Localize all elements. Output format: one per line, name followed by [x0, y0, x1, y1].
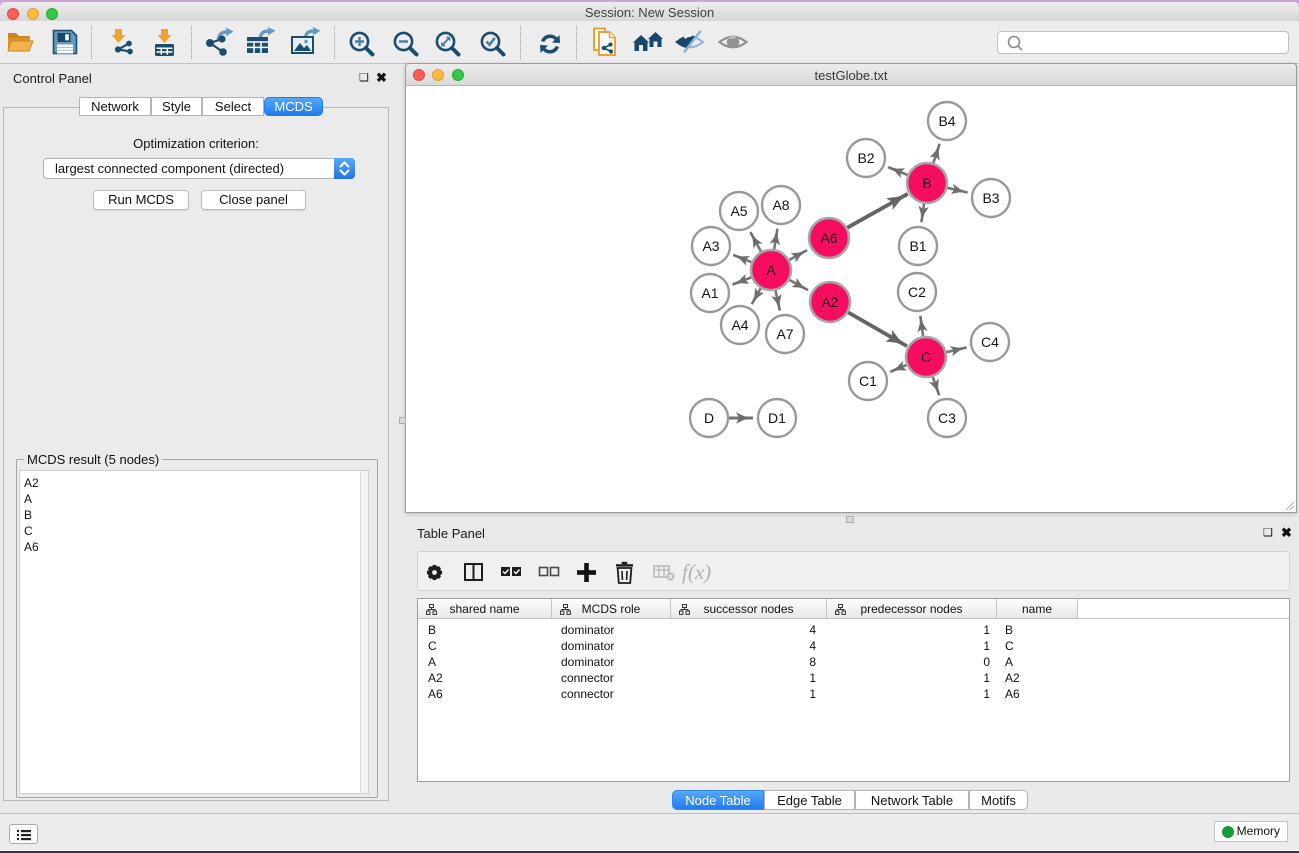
svg-text:B1: B1	[909, 238, 926, 254]
svg-text:C4: C4	[981, 334, 999, 350]
svg-text:A5: A5	[730, 203, 747, 219]
svg-text:C2: C2	[908, 284, 926, 300]
svg-text:A6: A6	[820, 230, 837, 246]
svg-text:A7: A7	[776, 326, 793, 342]
svg-text:C3: C3	[938, 410, 956, 426]
svg-text:B4: B4	[938, 113, 955, 129]
svg-text:B2: B2	[857, 150, 874, 166]
svg-text:B3: B3	[982, 190, 999, 206]
svg-text:B: B	[922, 175, 931, 191]
svg-text:A1: A1	[701, 285, 718, 301]
svg-text:C1: C1	[859, 373, 877, 389]
svg-text:A2: A2	[821, 294, 838, 310]
svg-text:A8: A8	[772, 197, 789, 213]
svg-text:D: D	[704, 410, 714, 426]
svg-text:C: C	[921, 349, 931, 365]
svg-text:D1: D1	[768, 410, 786, 426]
svg-text:A: A	[766, 262, 776, 278]
svg-text:A3: A3	[702, 238, 719, 254]
svg-text:A4: A4	[731, 317, 748, 333]
